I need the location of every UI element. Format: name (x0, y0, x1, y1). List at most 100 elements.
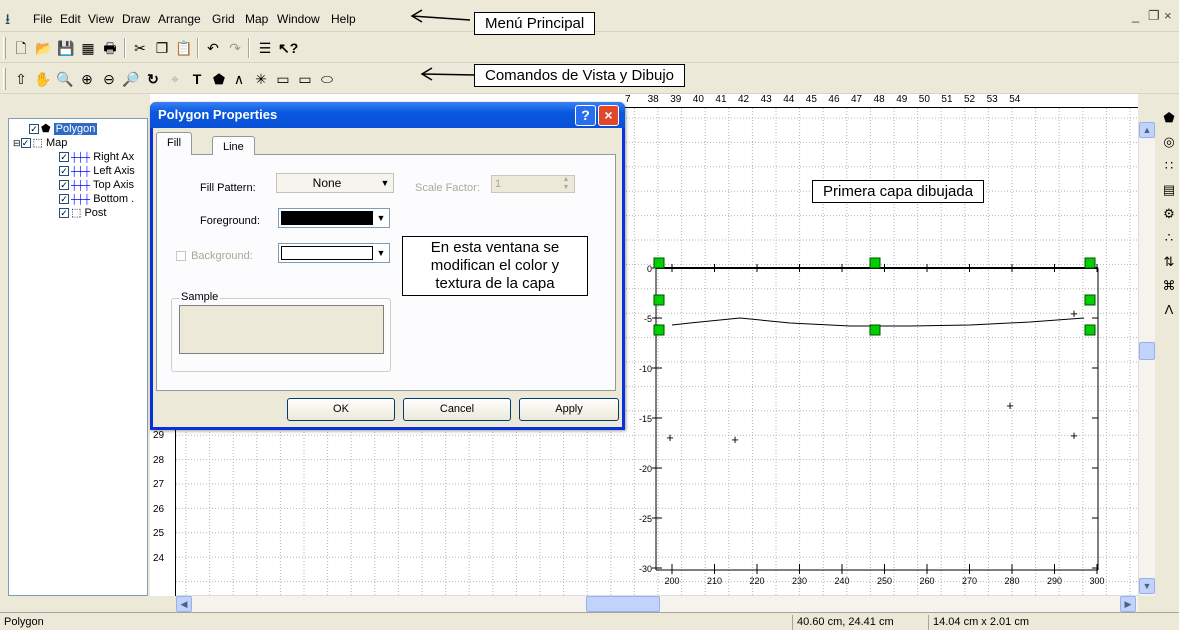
polygon-tool-icon[interactable]: ⬟ (1161, 110, 1177, 126)
cut-icon[interactable]: ✂ (131, 39, 149, 57)
ruler-label: 54 (1009, 94, 1021, 105)
menu-arrange[interactable]: Arrange (158, 12, 201, 26)
zoom-icon[interactable]: 🔍 (56, 70, 74, 88)
dialog-title: Polygon Properties (158, 107, 278, 122)
checkbox-icon[interactable]: ✓ (59, 208, 69, 219)
scale-factor-input[interactable]: 1 ▲ ▼ (491, 175, 575, 193)
scroll-thumb[interactable] (1139, 342, 1155, 360)
status-size: 14.04 cm x 2.01 cm (928, 615, 1178, 630)
text-icon[interactable]: T (188, 70, 206, 88)
ruler-label: 47 (851, 94, 863, 105)
scroll-up-button[interactable]: ▲ (1139, 122, 1155, 138)
checkbox-icon[interactable]: ✓ (59, 152, 69, 163)
new-icon[interactable]: 🗋 (12, 39, 30, 57)
cancel-button[interactable]: Cancel (403, 398, 511, 421)
checkbox-icon[interactable]: ✓ (59, 180, 69, 191)
rotate-icon[interactable]: ↻ (144, 70, 162, 88)
selection-handle (653, 294, 665, 306)
selection-handle (869, 324, 881, 336)
menu-map[interactable]: Map (245, 12, 268, 26)
checkbox-icon[interactable]: ✓ (20, 138, 31, 149)
checkbox-icon[interactable]: ✓ (59, 194, 69, 205)
vertical-scrollbar[interactable]: ▲ ▼ (1138, 122, 1155, 596)
table-icon[interactable]: ▦ (79, 39, 97, 57)
x-tick-label: 220 (749, 576, 764, 586)
tree-item-left-axis[interactable]: ✓ ┼┼┼ Left Axis (59, 165, 135, 178)
tree-item-top-axis[interactable]: ✓ ┼┼┼ Top Axis (59, 179, 134, 192)
fill-pattern-label: Fill Pattern: (200, 182, 256, 194)
scroll-down-button[interactable]: ▼ (1139, 578, 1155, 594)
redo-icon[interactable]: ↷ (226, 39, 244, 57)
help-pointer-icon[interactable]: ↖? (278, 39, 298, 57)
close-app-button[interactable]: × (1164, 8, 1172, 23)
ellipse-icon[interactable]: ⬭ (318, 70, 336, 88)
apply-button[interactable]: Apply (519, 398, 619, 421)
collapse-icon[interactable]: ⊟ (13, 138, 21, 148)
tree-item-right-axis[interactable]: ✓ ┼┼┼ Right Ax (59, 151, 134, 164)
foreground-color-select[interactable]: ▼ (278, 208, 390, 228)
surface-icon[interactable]: Λ (1161, 302, 1177, 318)
menu-help[interactable]: Help (331, 12, 356, 26)
checkbox-icon[interactable]: ✓ (29, 124, 39, 135)
toolbar-grip[interactable] (3, 37, 6, 59)
select-icon[interactable]: ⇧ (12, 70, 30, 88)
print-icon[interactable]: 🖶 (101, 39, 119, 57)
rectangle-icon[interactable]: ▭ (274, 70, 292, 88)
scroll-thumb[interactable] (586, 596, 660, 612)
shaded-relief-icon[interactable]: ⚙ (1161, 206, 1177, 222)
tree-item-polygon[interactable]: ✓ ⬟ Polygon (29, 123, 98, 136)
tree-item-label: Left Axis (93, 165, 135, 177)
contour-map-icon[interactable]: ◎ (1161, 134, 1177, 150)
background-checkbox[interactable]: Background: (176, 250, 253, 262)
ruler-label: 52 (964, 94, 976, 105)
tab-fill[interactable]: Fill (156, 132, 193, 155)
close-button[interactable]: × (598, 105, 619, 126)
ruler-label: 28 (153, 454, 165, 466)
rounded-rect-icon[interactable]: ▭ (296, 70, 314, 88)
tree-item-bottom-axis[interactable]: ✓ ┼┼┼ Bottom . (59, 193, 134, 206)
tab-line[interactable]: Line (212, 136, 255, 155)
axis-tool-icon[interactable]: ⇅ (1161, 254, 1177, 270)
copy-icon[interactable]: ❐ (153, 39, 171, 57)
help-button[interactable]: ? (575, 105, 596, 126)
vector-map-icon[interactable]: ∴ (1161, 230, 1177, 246)
paste-icon[interactable]: 📋 (175, 39, 193, 57)
post-map-icon[interactable]: ∷ (1161, 158, 1177, 174)
symbol-icon[interactable]: ✳ (252, 70, 270, 88)
dialog-title-bar[interactable]: Polygon Properties ? × (150, 102, 625, 128)
minimize-button[interactable]: _ (1132, 8, 1139, 23)
undo-icon[interactable]: ↶ (204, 39, 222, 57)
save-icon[interactable]: 💾 (57, 39, 75, 57)
scroll-left-button[interactable]: ◀ (176, 596, 192, 612)
pan-icon[interactable]: ✋ (34, 70, 52, 88)
fill-pattern-select[interactable]: None ▼ (276, 173, 394, 193)
menu-edit[interactable]: Edit (60, 12, 81, 26)
zoom-in-icon[interactable]: ⊕ (78, 70, 96, 88)
wireframe-icon[interactable]: ⌘ (1161, 278, 1177, 294)
horizontal-scrollbar[interactable]: ◀ ▶ (176, 595, 1138, 612)
menu-window[interactable]: Window (277, 12, 320, 26)
polygon-icon[interactable]: ⬟ (210, 70, 228, 88)
menu-file[interactable]: File (33, 12, 52, 26)
ok-button[interactable]: OK (287, 398, 395, 421)
tree-item-post[interactable]: ✓ ⬚ Post (59, 207, 106, 220)
menu-draw[interactable]: Draw (122, 12, 150, 26)
polyline-icon[interactable]: ∧ (230, 70, 248, 88)
checkbox-icon[interactable]: ✓ (59, 166, 69, 177)
open-icon[interactable]: 📂 (35, 39, 53, 57)
scroll-right-button[interactable]: ▶ (1120, 596, 1136, 612)
menu-grid[interactable]: Grid (212, 12, 235, 26)
checkbox-icon[interactable] (176, 251, 186, 262)
reshape-icon[interactable]: ⌖ (166, 70, 184, 88)
zoom-page-icon[interactable]: 🔎 (122, 70, 140, 88)
menu-view[interactable]: View (88, 12, 114, 26)
background-label: Background: (191, 250, 253, 262)
background-color-select[interactable]: ▼ (278, 243, 390, 263)
tree-item-map[interactable]: ⊟✓ ⬚ Map (13, 137, 67, 150)
zoom-out-icon[interactable]: ⊖ (100, 70, 118, 88)
image-map-icon[interactable]: ▤ (1161, 182, 1177, 198)
tree-icon[interactable]: ☰ (256, 39, 274, 57)
restore-button[interactable]: ❐ (1148, 8, 1160, 24)
toolbar-grip[interactable] (3, 68, 6, 90)
foreground-label: Foreground: (200, 215, 260, 227)
